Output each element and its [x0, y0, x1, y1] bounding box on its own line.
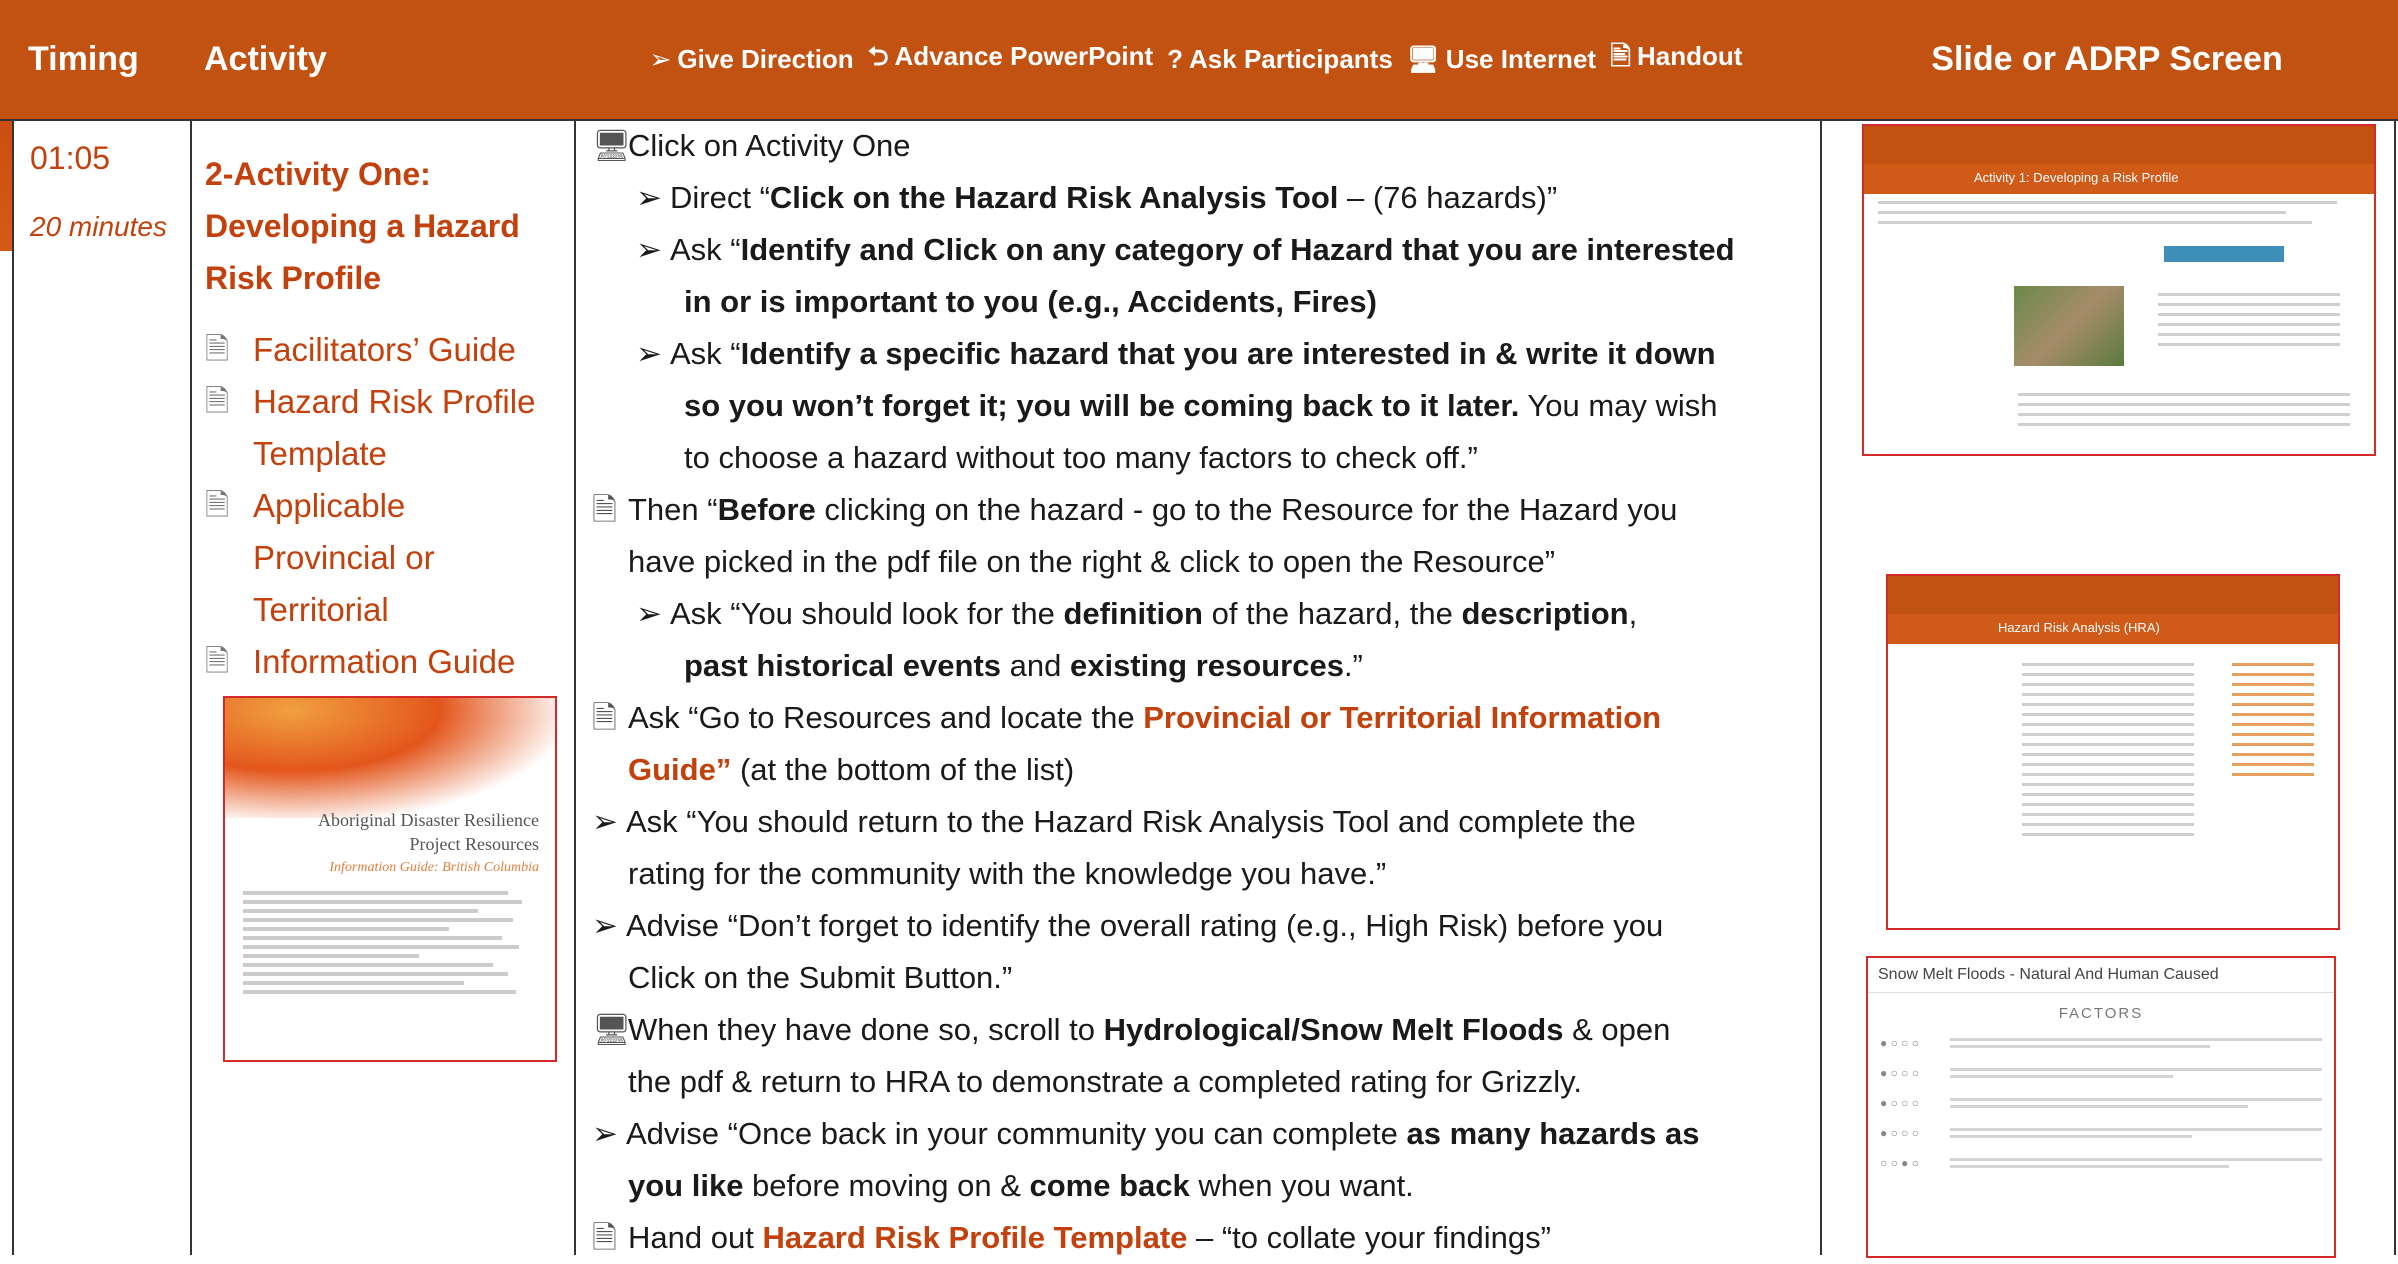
instruction-line: in or is important to you (e.g., Acciden… [684, 284, 1377, 319]
table-header: Timing Activity ➢ Give Direction ⮌ Advance… [0, 0, 2398, 121]
computer-icon: 🖥 [592, 1012, 632, 1047]
instruction-line: 🖥When they have done so, scroll to Hydro… [592, 1004, 1812, 1056]
handout-legend: 🖹 Handout [1610, 40, 1743, 71]
instruction-line: have picked in the pdf file on the right… [628, 544, 1556, 579]
timing-cell: 01:05 20 minutes [30, 140, 190, 243]
arrow-icon: ➢ [592, 908, 618, 943]
instruction-line: Guide” (at the bottom of the list) [628, 752, 1075, 787]
instruction-line: ➢ Ask “You should return to the Hazard Ri… [592, 796, 1812, 848]
instruction-line: the pdf & return to HRA to demonstrate a… [628, 1064, 1582, 1099]
column-divider [2394, 119, 2396, 1255]
instruction-line: ➢ Advise “Once back in your community you… [592, 1108, 1812, 1160]
question-icon: ? [1167, 44, 1184, 74]
document-icon: 🗎 [592, 1220, 617, 1255]
screenshot-title: Activity 1: Developing a Risk Profile [1864, 164, 2374, 194]
instruction-line: 🗎 Then “Before clicking on the hazard - g… [592, 484, 1812, 536]
screenshot-title: Snow Melt Floods - Natural And Human Cau… [1868, 958, 2334, 993]
resource-hazard-risk-profile-template[interactable]: 🗎 Hazard Risk Profile Template [205, 376, 555, 480]
document-icon: 🗎 [205, 333, 230, 366]
document-icon: 🗎 [592, 700, 617, 735]
arrow-icon: ➢ [636, 596, 662, 631]
document-icon: 🗎 [205, 645, 230, 678]
column-divider [574, 119, 576, 1255]
ask-participants-legend: ? Ask Participants [1167, 44, 1393, 74]
arrow-icon: ➢ [592, 804, 618, 839]
instruction-line: ➢ Advise “Don’t forget to identify the ov… [592, 900, 1812, 952]
document-icon: 🖹 [1610, 40, 1631, 71]
activity-one-screenshot: Activity 1: Developing a Risk Profile [1862, 124, 2376, 456]
arrow-icon: ➢ [636, 180, 662, 215]
instruction-line: 🗎 Hand out Hazard Risk Profile Template –… [592, 1212, 1812, 1264]
activity-cell: 2-Activity One: Developing a Hazard Risk… [205, 148, 555, 688]
arrow-icon: ➢ [649, 44, 672, 74]
instruction-line: past historical events and existing reso… [684, 648, 1363, 683]
duration-value: 20 minutes [30, 211, 167, 242]
resource-facilitators-guide[interactable]: 🗎 Facilitators’ Guide [205, 324, 555, 376]
computer-icon: 🖥 [592, 128, 632, 163]
computer-icon: 🖥 [1406, 44, 1440, 74]
document-icon: 🗎 [205, 385, 230, 418]
activity-title: 2-Activity One: Developing a Hazard Risk… [205, 156, 520, 296]
instruction-line: ➢ Ask “Identify a specific hazard that yo… [592, 328, 1812, 380]
use-internet-legend: 🖥 Use Internet [1406, 44, 1597, 74]
resource-list: 🗎 Facilitators’ Guide 🗎 Hazard Risk Profil… [205, 324, 555, 688]
snow-melt-floods-screenshot: Snow Melt Floods - Natural And Human Cau… [1866, 956, 2336, 1258]
instructions-cell: 🖥Click on Activity One ➢ Direct “Click on… [592, 120, 1812, 1264]
instruction-line: rating for the community with the knowle… [628, 856, 1387, 891]
screenshot-title: Hazard Risk Analysis (HRA) [1888, 614, 2338, 644]
give-direction-legend: ➢ Give Direction [649, 44, 854, 74]
header-activity: Activity [204, 40, 327, 78]
advance-powerpoint-legend: ⮌ Advance PowerPoint [867, 40, 1154, 71]
arrow-icon: ➢ [636, 336, 662, 371]
header-legend: ➢ Give Direction ⮌ Advance PowerPoint ? Ask… [576, 0, 1816, 119]
arrow-icon: ➢ [592, 1116, 618, 1151]
document-icon: 🗎 [592, 492, 617, 527]
instruction-line: to choose a hazard without too many fact… [684, 440, 1478, 475]
resource-information-guide[interactable]: 🗎 Information Guide [205, 636, 555, 688]
instruction-line: 🖥Click on Activity One [592, 120, 1812, 172]
instruction-line: Click on the Submit Button.” [628, 960, 1013, 995]
column-divider [12, 119, 14, 1255]
instruction-line: you like before moving on & come back wh… [628, 1168, 1414, 1203]
instruction-line: ➢ Direct “Click on the Hazard Risk Analys… [592, 172, 1812, 224]
instruction-line: 🗎 Ask “Go to Resources and locate the Pro… [592, 692, 1812, 744]
hra-screenshot: Hazard Risk Analysis (HRA) [1886, 574, 2340, 930]
arrow-icon: ➢ [636, 232, 662, 267]
header-timing: Timing [28, 40, 139, 78]
hand-click-icon: ⮌ [867, 40, 889, 71]
header-slide: Slide or ADRP Screen [1931, 40, 2283, 78]
column-divider [1820, 119, 1822, 1255]
document-icon: 🗎 [205, 489, 230, 522]
instruction-line: so you won’t forget it; you will be comi… [684, 388, 1718, 423]
column-divider [190, 119, 192, 1255]
resource-applicable-guide[interactable]: 🗎 Applicable Provincial or Territorial [205, 480, 555, 636]
instruction-line: ➢ Ask “Identify and Click on any category… [592, 224, 1812, 276]
information-guide-thumbnail: Aboriginal Disaster Resilience Project Re… [223, 696, 557, 1062]
instruction-line: ➢ Ask “You should look for the definition… [592, 588, 1812, 640]
time-value: 01:05 [30, 140, 111, 176]
